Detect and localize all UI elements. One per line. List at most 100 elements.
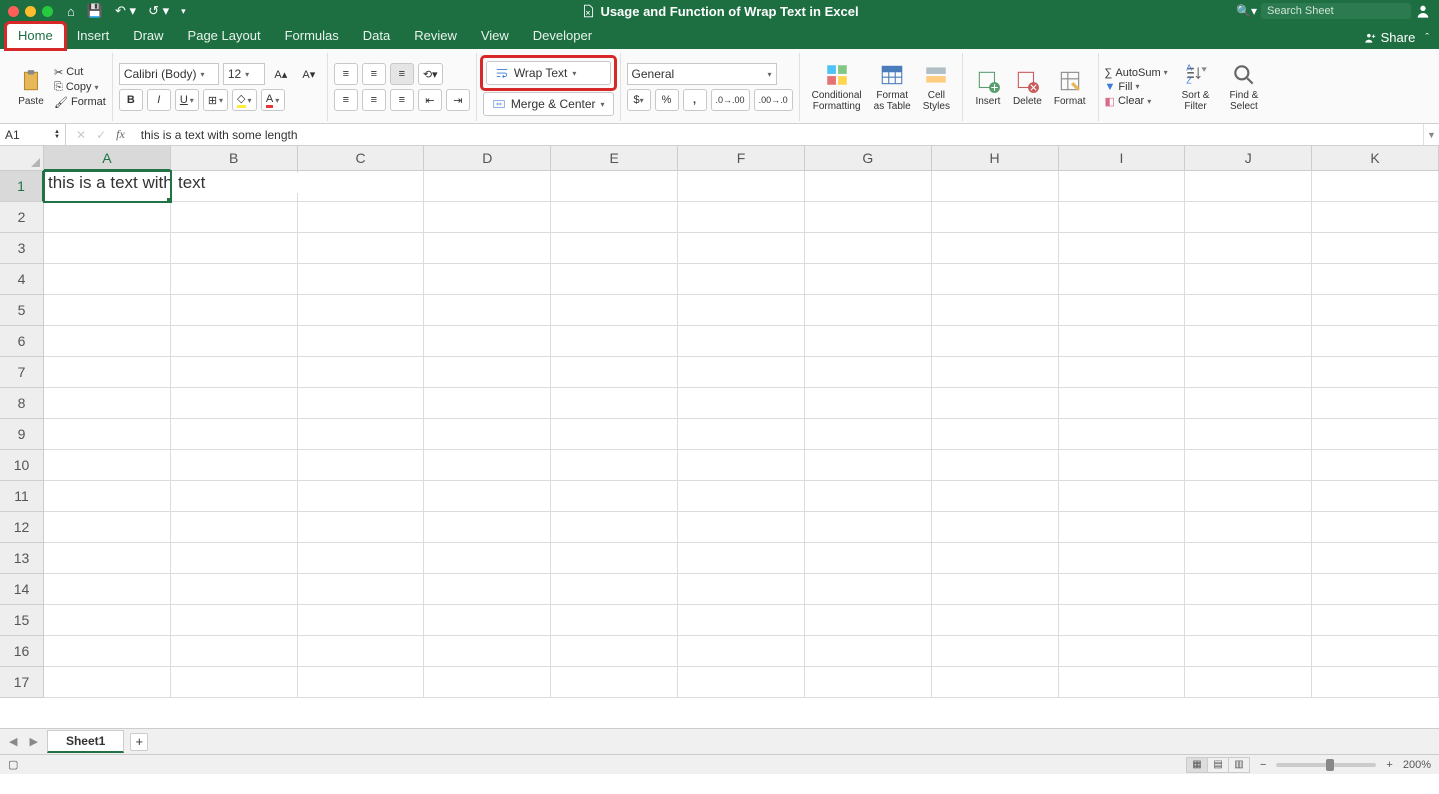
cell-J15[interactable] bbox=[1185, 605, 1312, 636]
sheet-nav-next[interactable]: ▶ bbox=[26, 735, 40, 748]
macro-record-icon[interactable]: ▢ bbox=[8, 758, 18, 771]
cell-F10[interactable] bbox=[678, 450, 805, 481]
border-button[interactable]: ⊞▾ bbox=[203, 89, 228, 111]
cell-A13[interactable] bbox=[44, 543, 171, 574]
row-header-15[interactable]: 15 bbox=[0, 605, 44, 636]
align-bottom-icon[interactable]: ≡ bbox=[390, 63, 414, 85]
cell-E13[interactable] bbox=[551, 543, 678, 574]
cell-I9[interactable] bbox=[1059, 419, 1186, 450]
cell-F8[interactable] bbox=[678, 388, 805, 419]
cell-F11[interactable] bbox=[678, 481, 805, 512]
redo-icon[interactable]: ↺ ▾ bbox=[148, 3, 169, 19]
cell-H9[interactable] bbox=[932, 419, 1059, 450]
delete-cells-button[interactable]: Delete bbox=[1007, 66, 1048, 109]
cell-B3[interactable] bbox=[171, 233, 298, 264]
cell-C3[interactable] bbox=[298, 233, 425, 264]
cell-F15[interactable] bbox=[678, 605, 805, 636]
row-header-12[interactable]: 12 bbox=[0, 512, 44, 543]
conditional-formatting-button[interactable]: Conditional Formatting bbox=[806, 60, 868, 114]
cell-K10[interactable] bbox=[1312, 450, 1439, 481]
cell-F16[interactable] bbox=[678, 636, 805, 667]
cell-F2[interactable] bbox=[678, 202, 805, 233]
page-layout-view-icon[interactable]: ▤ bbox=[1207, 757, 1229, 773]
underline-button[interactable]: U▾ bbox=[175, 89, 199, 111]
cell-G7[interactable] bbox=[805, 357, 932, 388]
align-left-icon[interactable]: ≡ bbox=[334, 89, 358, 111]
user-icon[interactable] bbox=[1415, 3, 1431, 19]
cell-C9[interactable] bbox=[298, 419, 425, 450]
cell-J11[interactable] bbox=[1185, 481, 1312, 512]
cell-B12[interactable] bbox=[171, 512, 298, 543]
cell-C4[interactable] bbox=[298, 264, 425, 295]
cell-A11[interactable] bbox=[44, 481, 171, 512]
cell-I7[interactable] bbox=[1059, 357, 1186, 388]
cell-E9[interactable] bbox=[551, 419, 678, 450]
orientation-icon[interactable]: ⟲▾ bbox=[418, 63, 443, 85]
cell-A16[interactable] bbox=[44, 636, 171, 667]
cell-J5[interactable] bbox=[1185, 295, 1312, 326]
cell-K17[interactable] bbox=[1312, 667, 1439, 698]
cell-J4[interactable] bbox=[1185, 264, 1312, 295]
add-sheet-button[interactable]: + bbox=[130, 733, 148, 751]
cell-J16[interactable] bbox=[1185, 636, 1312, 667]
cell-G17[interactable] bbox=[805, 667, 932, 698]
copy-button[interactable]: ⎘Copy ▾ bbox=[54, 81, 106, 94]
save-icon[interactable]: 💾 bbox=[87, 3, 103, 19]
cell-I12[interactable] bbox=[1059, 512, 1186, 543]
cell-J2[interactable] bbox=[1185, 202, 1312, 233]
decrease-font-icon[interactable]: A▾ bbox=[297, 63, 321, 85]
cell-D1[interactable] bbox=[424, 171, 551, 202]
cell-K4[interactable] bbox=[1312, 264, 1439, 295]
format-painter-button[interactable]: 🖌Format bbox=[54, 96, 106, 109]
column-header-D[interactable]: D bbox=[424, 146, 551, 171]
cell-K2[interactable] bbox=[1312, 202, 1439, 233]
tab-page-layout[interactable]: Page Layout bbox=[176, 23, 273, 49]
cell-A15[interactable] bbox=[44, 605, 171, 636]
cell-C7[interactable] bbox=[298, 357, 425, 388]
cell-C13[interactable] bbox=[298, 543, 425, 574]
cell-styles-button[interactable]: Cell Styles bbox=[917, 60, 956, 114]
home-icon[interactable]: ⌂ bbox=[67, 4, 75, 19]
row-header-3[interactable]: 3 bbox=[0, 233, 44, 264]
cell-D6[interactable] bbox=[424, 326, 551, 357]
cell-E11[interactable] bbox=[551, 481, 678, 512]
row-header-4[interactable]: 4 bbox=[0, 264, 44, 295]
increase-decimal-icon[interactable]: .0→.00 bbox=[711, 89, 750, 111]
cell-K15[interactable] bbox=[1312, 605, 1439, 636]
row-header-6[interactable]: 6 bbox=[0, 326, 44, 357]
cell-B10[interactable] bbox=[171, 450, 298, 481]
cell-E7[interactable] bbox=[551, 357, 678, 388]
cell-H10[interactable] bbox=[932, 450, 1059, 481]
cell-D11[interactable] bbox=[424, 481, 551, 512]
cell-G6[interactable] bbox=[805, 326, 932, 357]
cell-D8[interactable] bbox=[424, 388, 551, 419]
cell-C5[interactable] bbox=[298, 295, 425, 326]
cell-F14[interactable] bbox=[678, 574, 805, 605]
select-all-corner[interactable] bbox=[0, 146, 44, 171]
cell-F4[interactable] bbox=[678, 264, 805, 295]
cell-I2[interactable] bbox=[1059, 202, 1186, 233]
align-top-icon[interactable]: ≡ bbox=[334, 63, 358, 85]
align-right-icon[interactable]: ≡ bbox=[390, 89, 414, 111]
column-header-J[interactable]: J bbox=[1185, 146, 1312, 171]
column-header-C[interactable]: C bbox=[298, 146, 425, 171]
cell-K12[interactable] bbox=[1312, 512, 1439, 543]
cell-K16[interactable] bbox=[1312, 636, 1439, 667]
cell-I10[interactable] bbox=[1059, 450, 1186, 481]
column-header-H[interactable]: H bbox=[932, 146, 1059, 171]
cut-button[interactable]: ✂Cut bbox=[54, 66, 106, 79]
tab-home[interactable]: Home bbox=[6, 23, 65, 49]
cell-B5[interactable] bbox=[171, 295, 298, 326]
expand-formula-bar-icon[interactable]: ▼ bbox=[1423, 124, 1439, 145]
cell-G12[interactable] bbox=[805, 512, 932, 543]
cell-E15[interactable] bbox=[551, 605, 678, 636]
cell-D4[interactable] bbox=[424, 264, 551, 295]
decrease-decimal-icon[interactable]: .00→.0 bbox=[754, 89, 793, 111]
cell-B7[interactable] bbox=[171, 357, 298, 388]
cell-H5[interactable] bbox=[932, 295, 1059, 326]
column-header-F[interactable]: F bbox=[678, 146, 805, 171]
cell-C6[interactable] bbox=[298, 326, 425, 357]
increase-font-icon[interactable]: A▴ bbox=[269, 63, 293, 85]
fill-color-button[interactable]: ◇▾ bbox=[232, 89, 256, 111]
cell-I8[interactable] bbox=[1059, 388, 1186, 419]
